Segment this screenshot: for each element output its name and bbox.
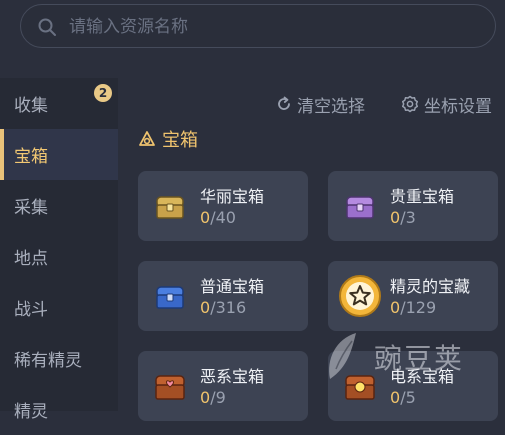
- star-coin-icon: [339, 275, 381, 317]
- sidebar-item-label: 稀有精灵: [14, 351, 82, 371]
- gear-icon: [401, 95, 419, 113]
- search-icon: [38, 18, 56, 36]
- sidebar-item-label: 宝箱: [14, 147, 48, 167]
- resource-card-precious-chest[interactable]: 贵重宝箱 0/3: [328, 171, 498, 241]
- clear-selection-button[interactable]: 清空选择: [276, 91, 365, 117]
- sidebar-item-label: 精灵: [14, 402, 48, 422]
- sidebar-item-rare-spirits[interactable]: 稀有精灵: [0, 333, 118, 384]
- coordinate-settings-label: 坐标设置: [424, 96, 492, 117]
- sidebar-item-locations[interactable]: 地点: [0, 231, 118, 282]
- card-name: 普通宝箱: [200, 277, 265, 296]
- coordinate-settings-button[interactable]: 坐标设置: [401, 91, 492, 117]
- sidebar-item-spirits[interactable]: 精灵: [0, 384, 118, 435]
- purple-chest-icon: [346, 196, 374, 219]
- card-count: 0/316: [200, 298, 247, 317]
- resource-card-spirit-treasure[interactable]: 精灵的宝藏 0/129: [328, 261, 498, 331]
- section-title: 宝箱: [138, 126, 198, 152]
- card-count: 0/40: [200, 208, 236, 227]
- card-name: 贵重宝箱: [390, 187, 455, 206]
- card-name: 华丽宝箱: [200, 187, 265, 206]
- resource-card-common-chest[interactable]: 普通宝箱 0/316: [138, 261, 308, 331]
- resource-card-gorgeous-chest[interactable]: 华丽宝箱 0/40: [138, 171, 308, 241]
- sidebar-item-battle[interactable]: 战斗: [0, 282, 118, 333]
- card-name: 恶系宝箱: [200, 367, 265, 386]
- card-name: 精灵的宝藏: [390, 277, 471, 296]
- card-count: 0/129: [390, 298, 437, 317]
- section-title-label: 宝箱: [162, 130, 198, 151]
- dark-chest-icon: [155, 375, 185, 400]
- blue-chest-icon: [156, 286, 184, 309]
- gold-chest-icon: [156, 196, 184, 219]
- sidebar-item-chests[interactable]: 宝箱: [0, 129, 118, 180]
- clear-selection-label: 清空选择: [297, 96, 365, 117]
- card-count: 0/5: [390, 388, 416, 407]
- sidebar-item-label: 战斗: [14, 300, 48, 320]
- card-name: 电系宝箱: [390, 367, 455, 386]
- electric-chest-icon: [345, 375, 375, 400]
- card-count: 0/9: [200, 388, 226, 407]
- sidebar-item-label: 采集: [14, 198, 48, 218]
- card-count: 0/3: [390, 208, 416, 227]
- sidebar-item-gather[interactable]: 采集: [0, 180, 118, 231]
- category-sidebar: 收集 2 宝箱 采集 地点 战斗 稀有精灵 精灵: [0, 78, 118, 422]
- search-bar[interactable]: [20, 4, 496, 48]
- sidebar-item-label: 地点: [14, 249, 48, 269]
- chest-category-icon: [139, 131, 155, 146]
- sidebar-item-collect[interactable]: 收集 2: [0, 78, 118, 129]
- search-input[interactable]: [67, 13, 471, 41]
- refresh-icon: [278, 96, 290, 110]
- count-badge: 2: [94, 84, 112, 102]
- sidebar-item-label: 收集: [14, 96, 48, 116]
